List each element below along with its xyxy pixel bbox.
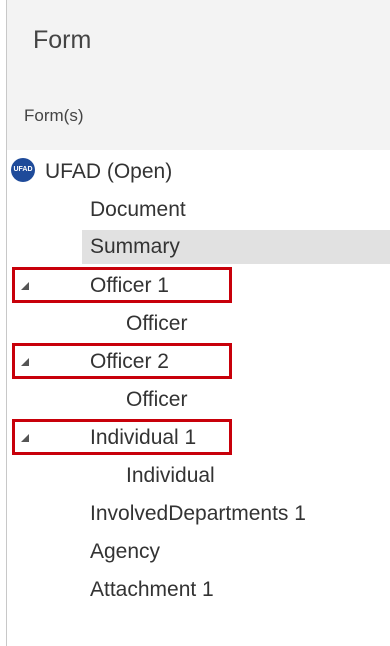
tree-item-attachment-1[interactable]: Attachment 1 [90, 573, 214, 607]
tree-item-agency[interactable]: Agency [90, 535, 160, 569]
tree-root-label: UFAD (Open) [45, 160, 173, 183]
highlight-box [12, 267, 232, 303]
tree-item-officer[interactable]: Officer [126, 307, 187, 341]
tree-root-ufad[interactable]: UFAD UFAD (Open) [11, 155, 172, 189]
tree-item-label: InvolvedDepartments 1 [90, 502, 306, 525]
tree-item-label: Officer [126, 312, 188, 335]
tree-item-summary[interactable]: Summary [82, 230, 390, 264]
highlight-box [12, 419, 232, 455]
panel-title: Form [33, 26, 92, 54]
tree-item-involved-departments-1[interactable]: InvolvedDepartments 1 [90, 497, 306, 531]
tree-item-officer[interactable]: Officer [126, 383, 187, 417]
tree-item-label: Summary [90, 235, 180, 258]
tree-item-individual[interactable]: Individual [126, 459, 215, 493]
ufad-logo-icon: UFAD [11, 158, 35, 183]
tree-item-label: Agency [90, 540, 161, 563]
tree-item-label: Attachment 1 [90, 578, 214, 601]
tree-item-label: Document [90, 198, 186, 221]
highlight-box [12, 343, 232, 379]
forms-subheader: Form(s) [24, 106, 84, 125]
tree-item-label: Officer [126, 388, 188, 411]
tree-item-document[interactable]: Document [90, 193, 186, 227]
panel-header: Form Form(s) [7, 0, 390, 150]
tree-item-label: Individual [126, 464, 215, 487]
form-panel: Form Form(s) UFAD UFAD (Open) Document Su… [0, 0, 390, 646]
